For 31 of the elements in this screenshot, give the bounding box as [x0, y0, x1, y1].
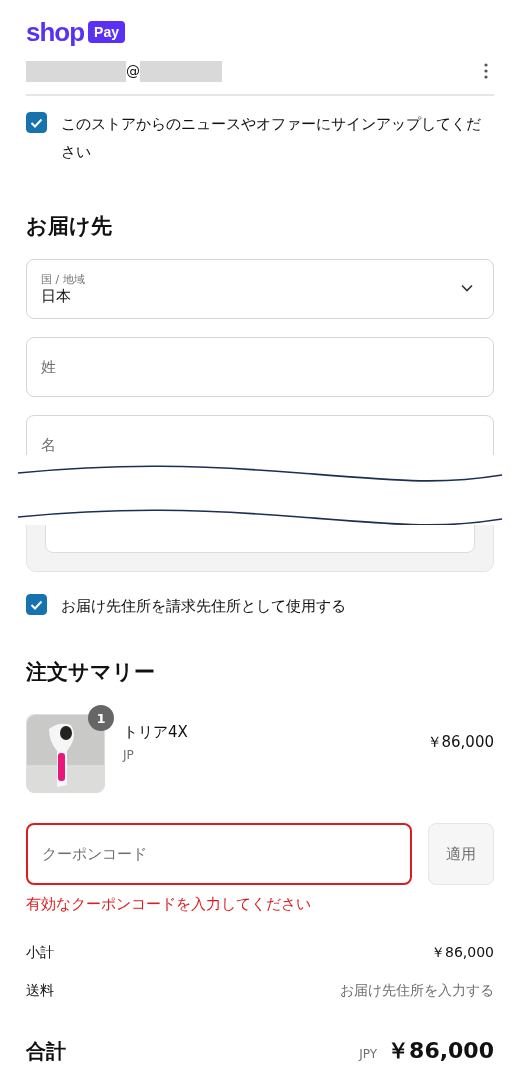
section-heading: 注文サマリー	[26, 659, 156, 686]
shop-pay-logo: shop Pay	[26, 19, 494, 45]
checkbox-label: このストアからのニュースやオファーにサインアップしてください	[61, 114, 482, 163]
error-message: 有効なクーポンコードを入力してください	[26, 895, 312, 914]
product-variant: JP	[123, 748, 135, 762]
currency-code: JPY	[359, 1047, 378, 1061]
summary-value: ￥86,000	[431, 944, 494, 962]
check-icon	[30, 117, 43, 128]
country-select[interactable]: 国 / 地域 日本	[26, 259, 494, 319]
email-text: @	[126, 63, 140, 79]
section-heading: お届け先	[26, 213, 113, 240]
checkbox[interactable]	[26, 112, 47, 133]
total-amount: ￥86,000	[387, 1037, 494, 1065]
field-label: 国 / 地域	[41, 272, 85, 287]
quantity-badge: 1	[88, 705, 114, 731]
check-icon	[30, 599, 43, 610]
product-price: ￥86,000	[426, 733, 494, 752]
total-label: 合計	[26, 1037, 66, 1065]
product-name: トリア4X	[123, 723, 188, 742]
input-field[interactable]: 姓	[26, 337, 494, 397]
summary-label: 小計	[26, 944, 54, 962]
checkbox[interactable]	[26, 594, 47, 615]
apply-button[interactable]: 適用	[428, 823, 494, 885]
chevron-down-icon	[461, 284, 473, 292]
input-field[interactable]: 名	[26, 415, 494, 455]
summary-value: お届け先住所を入力する	[340, 982, 494, 1000]
coupon-field[interactable]: クーポンコード	[26, 823, 412, 885]
checkbox-label: お届け先住所を請求先住所として使用する	[61, 596, 346, 617]
field-value: 日本	[41, 287, 71, 306]
summary-label: 送料	[26, 982, 54, 1000]
more-icon[interactable]	[484, 63, 488, 79]
